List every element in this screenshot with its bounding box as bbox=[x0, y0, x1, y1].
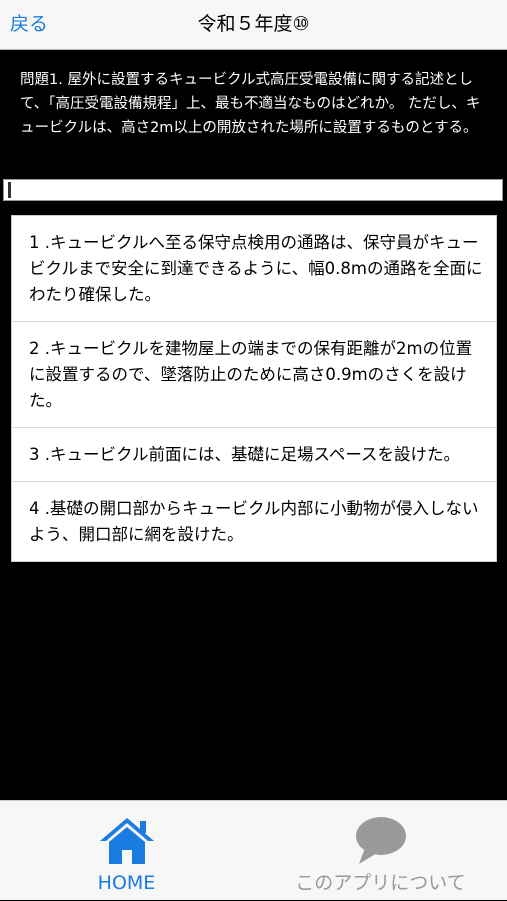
choice-1[interactable]: 1 .キュービクルへ至る保守点検用の通路は、保守員がキュービクルまで安全に到達で… bbox=[12, 216, 496, 322]
tab-home-label: HOME bbox=[97, 872, 156, 894]
text-caret bbox=[8, 182, 11, 198]
page-title: 令和５年度⑩ bbox=[197, 13, 310, 35]
home-icon bbox=[99, 818, 154, 864]
speech-bubble-icon bbox=[355, 817, 406, 864]
tab-bar: HOME このアプリについて bbox=[0, 800, 507, 900]
choice-3[interactable]: 3 .キュービクル前面には、基礎に足場スペースを設けた。 bbox=[12, 428, 496, 482]
choice-4[interactable]: 4 .基礎の開口部からキュービクル内部に小動物が侵入しないよう、開口部に網を設け… bbox=[12, 482, 496, 561]
choice-2[interactable]: 2 .キュービクルを建物屋上の端までの保有距離が2mの位置に設置するので、墜落防… bbox=[12, 322, 496, 428]
question-text: 問題1. 屋外に設置するキュービクル式高圧受電設備に関する記述として、「高圧受電… bbox=[20, 72, 481, 136]
tab-about[interactable]: このアプリについて bbox=[254, 801, 507, 901]
tab-home[interactable]: HOME bbox=[0, 801, 253, 901]
navigation-bar: 戻る 令和５年度⑩ bbox=[0, 0, 507, 50]
choice-list: 1 .キュービクルへ至る保守点検用の通路は、保守員がキュービクルまで安全に到達で… bbox=[11, 215, 497, 562]
tab-about-label: このアプリについて bbox=[295, 872, 466, 894]
answer-input[interactable] bbox=[3, 179, 503, 201]
